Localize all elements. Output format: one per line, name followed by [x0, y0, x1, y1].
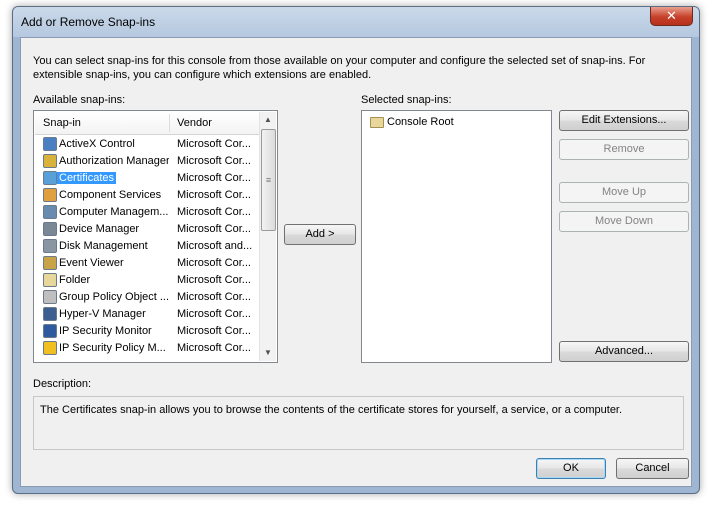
snapin-vendor: Microsoft Cor...	[177, 308, 251, 320]
hyper-v-icon	[43, 307, 57, 321]
selected-snapins-list[interactable]: Console Root	[361, 110, 552, 363]
table-row[interactable]: Device Manager Microsoft Cor...	[35, 221, 257, 238]
folder-icon	[370, 117, 384, 128]
snapin-vendor: Microsoft Cor...	[177, 172, 251, 184]
list-header: Snap-in Vendor	[35, 112, 260, 135]
snapin-vendor: Microsoft Cor...	[177, 274, 251, 286]
list-item-console-root[interactable]: Console Root	[364, 114, 544, 131]
snapin-vendor: Microsoft Cor...	[177, 325, 251, 337]
ip-security-policy-icon	[43, 341, 57, 355]
dialog-client-area: You can select snap-ins for this console…	[20, 37, 692, 487]
column-header-snapin[interactable]: Snap-in	[43, 117, 81, 129]
snapin-vendor: Microsoft Cor...	[177, 223, 251, 235]
scroll-up-arrow-icon[interactable]: ▲	[260, 112, 276, 128]
column-header-vendor[interactable]: Vendor	[177, 117, 212, 129]
close-button[interactable]: ✕	[650, 7, 693, 26]
description-label: Description:	[33, 378, 92, 390]
certificates-icon	[43, 171, 57, 185]
snapin-vendor: Microsoft Cor...	[177, 257, 251, 269]
group-policy-icon	[43, 290, 57, 304]
snapin-vendor: Microsoft and...	[177, 240, 253, 252]
table-row[interactable]: Disk Management Microsoft and...	[35, 238, 257, 255]
component-services-icon	[43, 188, 57, 202]
scroll-thumb[interactable]: ≡	[261, 129, 276, 231]
snapin-name: ActiveX Control	[59, 138, 135, 150]
activex-icon	[43, 137, 57, 151]
disk-management-icon	[43, 239, 57, 253]
table-row[interactable]: Authorization Manager Microsoft Cor...	[35, 153, 257, 170]
event-viewer-icon	[43, 256, 57, 270]
advanced-button[interactable]: Advanced...	[559, 341, 689, 362]
snapin-name: Disk Management	[59, 240, 148, 252]
snapin-vendor: Microsoft Cor...	[177, 206, 251, 218]
authorization-icon	[43, 154, 57, 168]
snapin-name: Group Policy Object ...	[59, 291, 169, 303]
table-row[interactable]: Group Policy Object ... Microsoft Cor...	[35, 289, 257, 306]
scroll-down-arrow-icon[interactable]: ▼	[260, 345, 276, 361]
snapin-name: Authorization Manager	[59, 155, 169, 167]
add-button[interactable]: Add >	[284, 224, 356, 245]
table-row[interactable]: Computer Managem... Microsoft Cor...	[35, 204, 257, 221]
close-icon: ✕	[666, 8, 677, 23]
snapin-name: Event Viewer	[59, 257, 124, 269]
cancel-button[interactable]: Cancel	[616, 458, 689, 479]
vertical-scrollbar[interactable]: ▲ ≡ ▼	[259, 112, 276, 361]
move-up-button[interactable]: Move Up	[559, 182, 689, 203]
table-row[interactable]: Folder Microsoft Cor...	[35, 272, 257, 289]
ok-button[interactable]: OK	[536, 458, 606, 479]
snapin-name: IP Security Policy M...	[59, 342, 166, 354]
snapin-name: Component Services	[59, 189, 162, 201]
computer-management-icon	[43, 205, 57, 219]
snapin-vendor: Microsoft Cor...	[177, 155, 251, 167]
snapin-name: IP Security Monitor	[59, 325, 152, 337]
table-row[interactable]: Component Services Microsoft Cor...	[35, 187, 257, 204]
intro-text: You can select snap-ins for this console…	[33, 55, 646, 81]
remove-button[interactable]: Remove	[559, 139, 689, 160]
available-snapins-list[interactable]: Snap-in Vendor ActiveX Control Microsoft …	[33, 110, 278, 363]
title-bar[interactable]: Add or Remove Snap-ins ✕	[13, 7, 699, 37]
description-box: The Certificates snap-in allows you to b…	[33, 396, 684, 450]
snapin-vendor: Microsoft Cor...	[177, 342, 251, 354]
window-title: Add or Remove Snap-ins	[21, 15, 156, 29]
column-separator[interactable]	[169, 114, 170, 132]
move-down-button[interactable]: Move Down	[559, 211, 689, 232]
snapin-vendor: Microsoft Cor...	[177, 291, 251, 303]
table-row[interactable]: Hyper-V Manager Microsoft Cor...	[35, 306, 257, 323]
table-row[interactable]: Certificates Microsoft Cor...	[35, 170, 257, 187]
snapin-vendor: Microsoft Cor...	[177, 138, 251, 150]
edit-extensions-button[interactable]: Edit Extensions...	[559, 110, 689, 131]
folder-icon	[43, 273, 57, 287]
selected-snapins-label: Selected snap-ins:	[361, 94, 452, 106]
snapin-name: Computer Managem...	[59, 206, 169, 218]
table-row[interactable]: Event Viewer Microsoft Cor...	[35, 255, 257, 272]
snapin-name: Hyper-V Manager	[59, 308, 146, 320]
ip-security-monitor-icon	[43, 324, 57, 338]
dialog-window: Add or Remove Snap-ins ✕ You can select …	[12, 6, 700, 494]
table-row[interactable]: ActiveX Control Microsoft Cor...	[35, 136, 257, 153]
snapin-name: Device Manager	[59, 223, 140, 235]
snapin-name: Folder	[59, 274, 91, 286]
description-text: The Certificates snap-in allows you to b…	[40, 404, 623, 416]
table-row[interactable]: IP Security Policy M... Microsoft Cor...	[35, 340, 257, 357]
device-manager-icon	[43, 222, 57, 236]
available-snapins-label: Available snap-ins:	[33, 94, 126, 106]
console-root-label: Console Root	[387, 116, 454, 128]
table-row[interactable]: IP Security Monitor Microsoft Cor...	[35, 323, 257, 340]
snapin-name: Certificates	[57, 172, 117, 184]
snapin-vendor: Microsoft Cor...	[177, 189, 251, 201]
